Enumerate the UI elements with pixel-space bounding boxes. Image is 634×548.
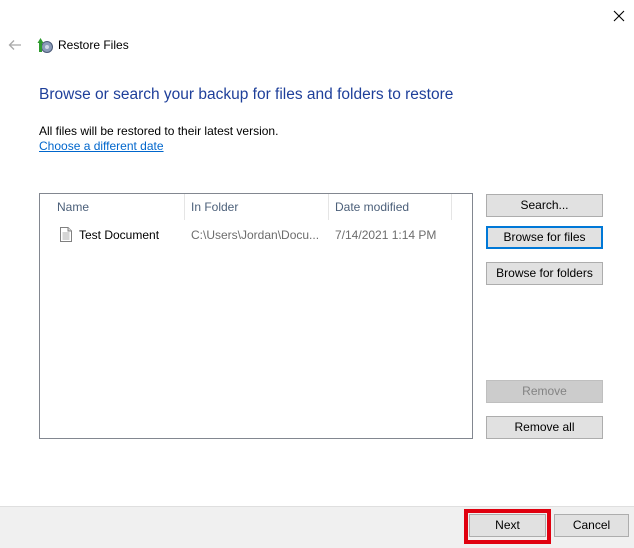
close-button[interactable] bbox=[604, 2, 634, 30]
next-button-highlight bbox=[464, 509, 551, 544]
file-date-modified: 7/14/2021 1:14 PM bbox=[335, 228, 437, 242]
browse-for-folders-button[interactable]: Browse for folders bbox=[486, 262, 603, 285]
file-list[interactable]: Name In Folder Date modified Test Docume… bbox=[39, 193, 473, 439]
remove-all-button[interactable]: Remove all bbox=[486, 416, 603, 439]
back-button[interactable] bbox=[6, 36, 24, 54]
cancel-button[interactable]: Cancel bbox=[554, 514, 629, 537]
file-folder: C:\Users\Jordan\Docu... bbox=[191, 228, 320, 242]
remove-button: Remove bbox=[486, 380, 603, 403]
file-name: Test Document bbox=[79, 228, 160, 242]
column-header-name[interactable]: Name bbox=[51, 194, 184, 220]
column-header-in-folder[interactable]: In Folder bbox=[185, 194, 328, 220]
column-divider[interactable] bbox=[451, 194, 452, 220]
restore-files-icon bbox=[37, 37, 53, 53]
choose-different-date-link[interactable]: Choose a different date bbox=[39, 139, 164, 153]
close-icon bbox=[613, 10, 625, 22]
list-header: Name In Folder Date modified bbox=[40, 194, 472, 220]
table-row[interactable]: Test Document C:\Users\Jordan\Docu... 7/… bbox=[40, 224, 472, 246]
search-button[interactable]: Search... bbox=[486, 194, 603, 217]
browse-for-files-button[interactable]: Browse for files bbox=[486, 226, 603, 249]
back-arrow-icon bbox=[8, 40, 21, 50]
document-icon bbox=[60, 227, 72, 242]
info-text: All files will be restored to their late… bbox=[39, 124, 279, 138]
column-header-date-modified[interactable]: Date modified bbox=[329, 194, 451, 220]
page-heading: Browse or search your backup for files a… bbox=[39, 86, 454, 103]
window-title: Restore Files bbox=[58, 38, 129, 52]
